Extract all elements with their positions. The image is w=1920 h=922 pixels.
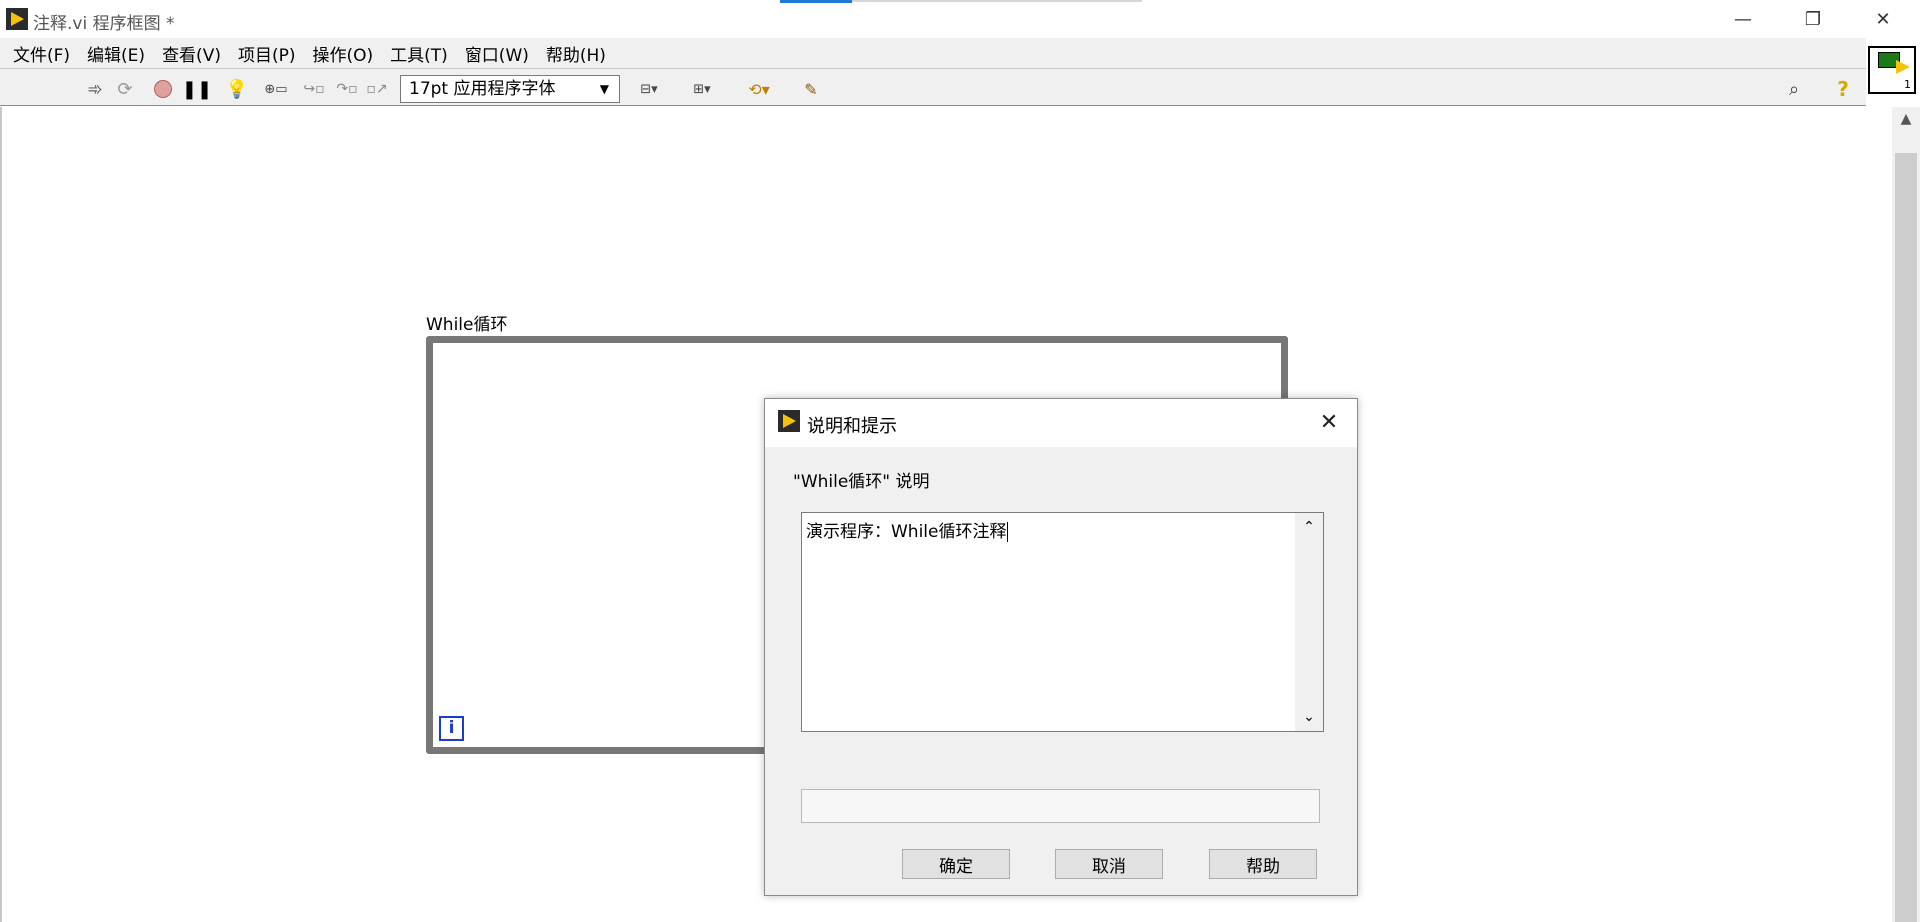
menu-operate[interactable]: 操作(O) [308, 41, 386, 66]
menu-file[interactable]: 文件(F) [8, 41, 82, 66]
align-objects-icon[interactable]: ⊟▾ [630, 78, 668, 100]
dialog-close-button[interactable]: ✕ [1307, 405, 1351, 439]
abort-button[interactable] [152, 78, 174, 100]
close-button[interactable]: ✕ [1848, 0, 1918, 38]
run-continuously-icon[interactable]: ⟳ [114, 78, 136, 100]
vi-icon-arrow [1896, 60, 1910, 74]
description-label: "While循环" 说明 [793, 472, 930, 492]
step-out-icon[interactable]: ▫↗ [364, 78, 390, 100]
menu-bar: 文件(F) 编辑(E) 查看(V) 项目(P) 操作(O) 工具(T) 窗口(W… [0, 38, 1866, 68]
vi-icon-number: 1 [1904, 78, 1911, 91]
retain-wire-values-icon[interactable]: ⊕▭ [262, 78, 290, 100]
restore-button[interactable]: ❐ [1778, 0, 1848, 38]
menu-edit[interactable]: 编辑(E) [82, 41, 157, 66]
run-arrow-icon[interactable]: ➾ [84, 78, 106, 100]
labview-icon [778, 410, 800, 432]
search-icon[interactable]: ⌕ [1780, 78, 1808, 100]
title-bar: 注释.vi 程序框图 * — ❐ ✕ [0, 0, 1920, 38]
while-loop-label: While循环 [426, 315, 508, 335]
description-dialog: 说明和提示 ✕ "While循环" 说明 演示程序：While循环注释 ⌃ ⌄ … [764, 398, 1358, 896]
minimize-button[interactable]: — [1708, 0, 1778, 38]
menu-tools[interactable]: 工具(T) [385, 41, 460, 66]
step-over-icon[interactable]: ↷▫ [334, 78, 360, 100]
pause-icon[interactable]: ❚❚ [182, 78, 212, 100]
stop-icon [154, 80, 172, 98]
ok-button[interactable]: 确定 [902, 849, 1010, 879]
cancel-button[interactable]: 取消 [1055, 849, 1163, 879]
window-title: 注释.vi 程序框图 * [33, 14, 175, 34]
description-text: 演示程序：While循环注释 [806, 522, 1008, 542]
vertical-scrollbar[interactable]: ▲ [1892, 107, 1920, 922]
menu-window[interactable]: 窗口(W) [460, 41, 541, 66]
step-into-icon[interactable]: ↪▫ [300, 78, 328, 100]
minimize-icon: — [1734, 8, 1752, 30]
cleanup-diagram-icon[interactable]: ✎ [794, 78, 828, 100]
scroll-up-icon[interactable]: ▲ [1892, 111, 1920, 127]
scroll-thumb[interactable] [1895, 153, 1917, 922]
description-scrollbar[interactable]: ⌃ ⌄ [1295, 513, 1323, 731]
distribute-objects-icon[interactable]: ⊞▾ [682, 78, 722, 100]
toolbar: ➾ ⟳ ❚❚ 💡 ⊕▭ ↪▫ ↷▫ ▫↗ 17pt 应用程序字体 ▼ ⊟▾ ⊞▾… [0, 68, 1866, 106]
close-icon: ✕ [1875, 8, 1891, 30]
highlight-bulb-icon[interactable]: 💡 [226, 78, 248, 100]
context-help-icon[interactable]: ? [1832, 77, 1854, 101]
menu-view[interactable]: 查看(V) [157, 41, 233, 66]
reorder-icon[interactable]: ⟲▾ [738, 78, 780, 100]
dialog-title: 说明和提示 [807, 416, 897, 437]
chevron-down-icon: ▼ [599, 82, 609, 96]
chevron-down-icon[interactable]: ⌄ [1295, 709, 1323, 725]
close-icon: ✕ [1319, 409, 1339, 435]
iteration-terminal[interactable]: i [439, 716, 464, 741]
menu-project[interactable]: 项目(P) [233, 41, 308, 66]
chevron-up-icon[interactable]: ⌃ [1295, 519, 1323, 535]
title-accent-bar [780, 0, 852, 3]
font-select-value: 17pt 应用程序字体 [409, 79, 556, 99]
menu-help[interactable]: 帮助(H) [541, 41, 618, 66]
dialog-title-bar: 说明和提示 ✕ [765, 399, 1357, 447]
description-textarea[interactable]: 演示程序：While循环注释 ⌃ ⌄ [801, 512, 1324, 732]
labview-icon [6, 8, 28, 30]
title-accent-bar-grey [852, 0, 1142, 2]
font-select[interactable]: 17pt 应用程序字体 ▼ [400, 75, 620, 103]
restore-icon: ❐ [1804, 8, 1822, 30]
vi-icon[interactable]: 1 [1868, 46, 1916, 94]
tip-input[interactable] [801, 789, 1320, 823]
help-button[interactable]: 帮助 [1209, 849, 1317, 879]
